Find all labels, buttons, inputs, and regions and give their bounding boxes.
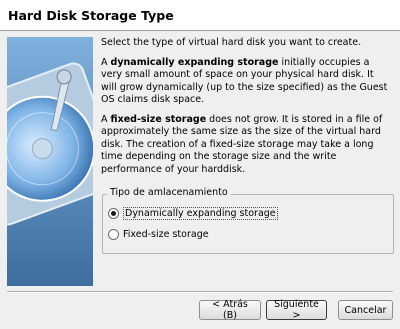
fixed-storage-option[interactable]: Fixed-size storage	[108, 229, 209, 240]
footer-separator	[7, 291, 393, 293]
fixed-lead: A	[101, 113, 111, 125]
description-area: Select the type of virtual hard disk you…	[101, 37, 391, 183]
group-title: Tipo de amlacenamiento	[107, 187, 231, 198]
dynamic-lead: A	[101, 56, 111, 68]
fixed-term: fixed-size storage	[110, 113, 207, 125]
cancel-button[interactable]: Cancelar	[338, 300, 393, 320]
dynamic-storage-radio[interactable]	[108, 208, 119, 219]
fixed-storage-radio[interactable]	[108, 229, 119, 240]
back-button[interactable]: < Atrás (B)	[199, 299, 261, 321]
next-button[interactable]: Siguiente >	[266, 299, 327, 321]
wizard-header: Hard Disk Storage Type	[0, 0, 400, 31]
dynamic-storage-label[interactable]: Dynamically expanding storage	[123, 207, 278, 220]
storage-type-group: Tipo de amlacenamiento Dynamically expan…	[102, 187, 394, 254]
dynamic-storage-option[interactable]: Dynamically expanding storage	[108, 207, 278, 220]
intro-text: Select the type of virtual hard disk you…	[101, 37, 362, 48]
dynamic-term: dynamically expanding storage	[110, 56, 279, 68]
dynamic-description: A dynamically expanding storage initiall…	[101, 57, 391, 107]
fixed-storage-label[interactable]: Fixed-size storage	[123, 229, 209, 240]
hard-disk-illustration	[7, 37, 93, 286]
fixed-description: A fixed-size storage does not grow. It i…	[101, 114, 391, 177]
page-title: Hard Disk Storage Type	[8, 8, 174, 23]
